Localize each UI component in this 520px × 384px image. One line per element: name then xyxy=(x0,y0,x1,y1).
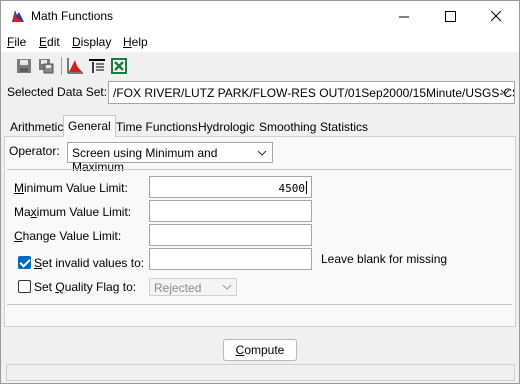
maximize-button[interactable] xyxy=(427,1,473,32)
menu-bar: File Edit Display Help xyxy=(1,32,519,52)
compute-button[interactable]: Compute xyxy=(223,339,297,361)
maximum-value-limit-input[interactable] xyxy=(149,200,312,222)
tab-smoothing[interactable]: Smoothing xyxy=(255,117,320,136)
divider xyxy=(7,304,512,305)
minimum-value-limit-label: Minimum Value Limit: xyxy=(14,181,128,195)
toolbar-separator xyxy=(61,57,62,75)
selected-dataset-dropdown[interactable]: /FOX RIVER/LUTZ PARK/FLOW-RES OUT/01Sep2… xyxy=(108,81,515,104)
quality-flag-value: Rejected xyxy=(154,281,202,295)
save-button[interactable] xyxy=(14,56,34,76)
title-bar[interactable]: Math Functions xyxy=(1,1,519,32)
close-icon xyxy=(490,11,501,22)
maximum-value-limit-label: Maximum Value Limit: xyxy=(14,205,132,219)
tab-general[interactable]: General xyxy=(63,115,116,137)
window-title: Math Functions xyxy=(31,9,114,23)
tab-hydrologic[interactable]: Hydrologic xyxy=(194,117,259,136)
set-invalid-values-label[interactable]: Set invalid values to: xyxy=(34,256,144,270)
menu-edit[interactable]: Edit xyxy=(39,35,60,49)
change-value-limit-input[interactable] xyxy=(149,224,312,246)
tab-statistics[interactable]: Statistics xyxy=(316,117,372,136)
tabulate-icon xyxy=(89,59,105,73)
minimize-icon xyxy=(398,16,409,18)
minimum-value-limit-input[interactable]: 4500 xyxy=(149,176,312,198)
tabulate-button[interactable] xyxy=(87,56,107,76)
selected-dataset-label: Selected Data Set: xyxy=(7,85,108,99)
toolbar xyxy=(1,53,519,79)
status-bar xyxy=(6,364,515,381)
set-invalid-values-checkbox[interactable] xyxy=(18,256,31,269)
chevron-down-icon xyxy=(500,89,510,95)
save-as-button[interactable] xyxy=(36,56,56,76)
leave-blank-hint: Leave blank for missing xyxy=(321,252,448,266)
plot-button[interactable] xyxy=(65,56,85,76)
menu-help[interactable]: Help xyxy=(123,35,148,49)
quality-flag-dropdown: Rejected xyxy=(149,278,237,296)
text-caret xyxy=(306,181,307,194)
app-icon xyxy=(12,10,24,22)
set-quality-flag-label[interactable]: Set Quality Flag to: xyxy=(34,280,136,294)
menu-file[interactable]: File xyxy=(7,35,26,49)
chevron-down-icon xyxy=(222,284,232,290)
close-button[interactable] xyxy=(473,1,519,32)
maximize-icon xyxy=(444,11,456,22)
tab-arithmetic[interactable]: Arithmetic xyxy=(6,117,67,136)
minimize-button[interactable] xyxy=(381,1,427,32)
selected-dataset-value: /FOX RIVER/LUTZ PARK/FLOW-RES OUT/01Sep2… xyxy=(113,86,515,100)
excel-icon xyxy=(111,58,127,74)
math-functions-window: Math Functions File Edit Display Help Se… xyxy=(0,0,520,384)
tab-time-functions[interactable]: Time Functions xyxy=(112,117,202,136)
operator-label: Operator: xyxy=(9,144,60,158)
save-icon xyxy=(17,59,31,73)
menu-display[interactable]: Display xyxy=(72,35,111,49)
chevron-down-icon xyxy=(257,150,267,156)
set-quality-flag-checkbox[interactable] xyxy=(18,280,31,293)
divider xyxy=(7,169,512,170)
plot-icon xyxy=(67,58,83,74)
invalid-value-input[interactable] xyxy=(149,248,312,270)
change-value-limit-label: Change Value Limit: xyxy=(14,229,122,243)
excel-button[interactable] xyxy=(109,56,129,76)
operator-dropdown[interactable]: Screen using Minimum and Maximum xyxy=(67,142,273,174)
save-as-icon xyxy=(39,59,54,74)
